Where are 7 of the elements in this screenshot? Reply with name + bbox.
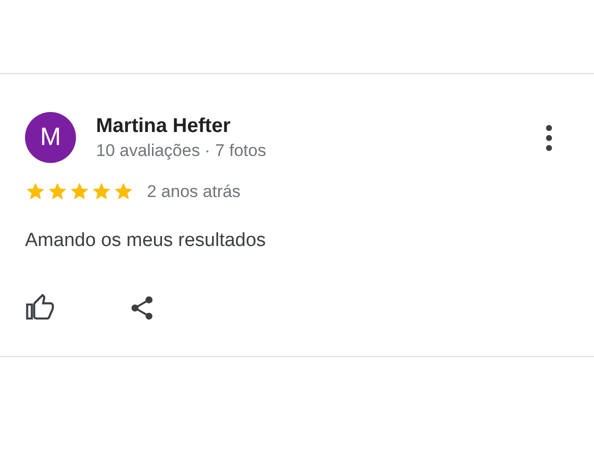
author-stats: 10 avaliações · 7 fotos [96,140,266,162]
author-name: Martina Hefter [96,114,232,138]
review-text: Amando os meus resultados [25,228,267,252]
more-options-icon[interactable] [543,124,555,152]
review-time: 2 anos atrás [147,181,241,203]
thumbs-up-icon[interactable] [25,294,55,322]
avatar: M [25,112,76,163]
